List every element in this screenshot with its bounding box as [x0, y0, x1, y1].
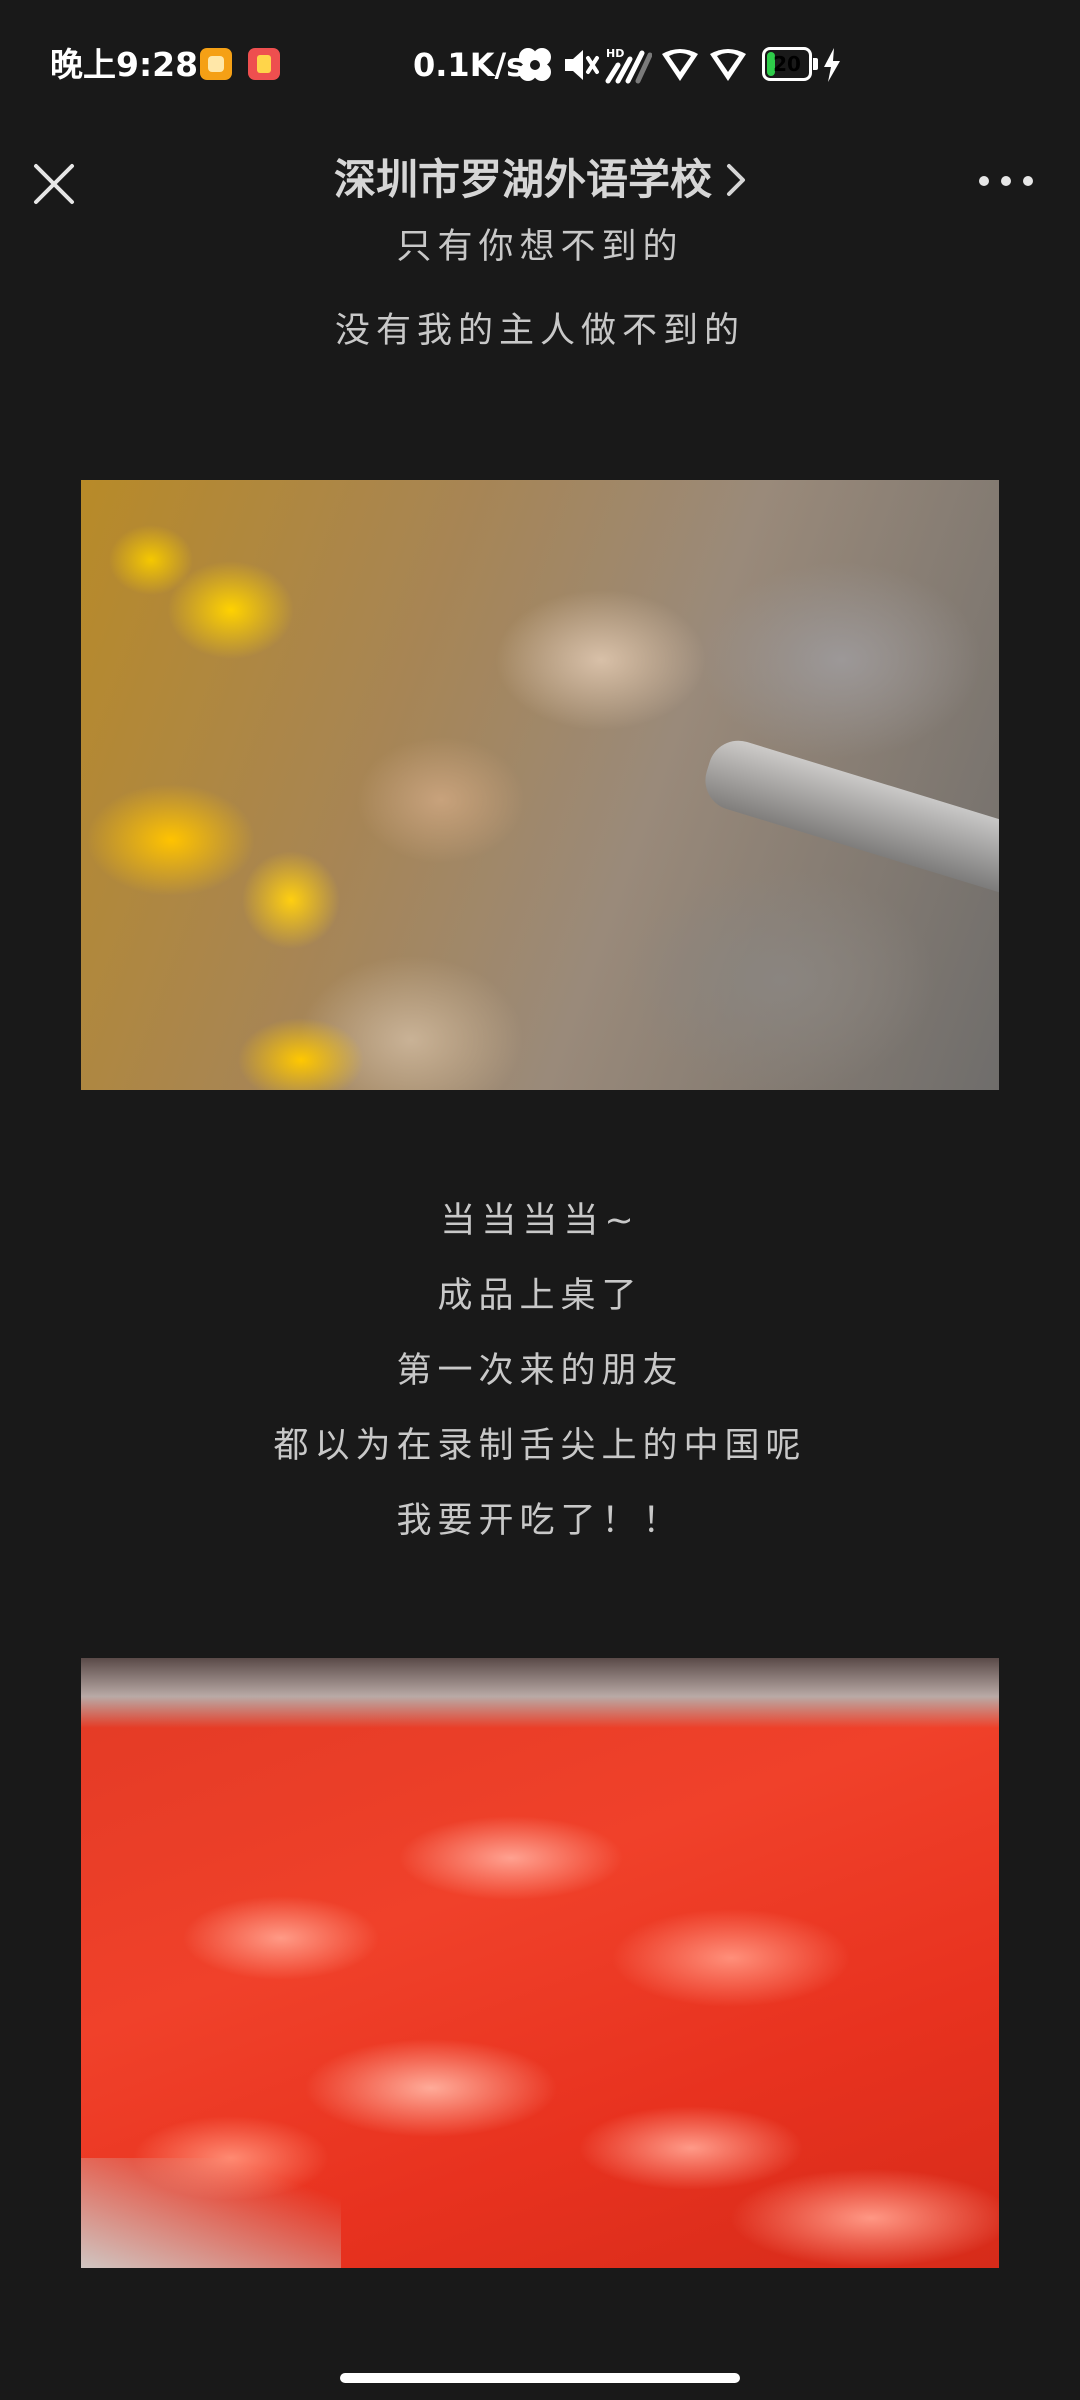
chevron-right-icon: [727, 164, 745, 196]
status-time: 晚上9:28: [50, 45, 199, 84]
hd-signal-icon: HD: [605, 47, 652, 84]
notification-app-icon: [200, 48, 232, 80]
tray-edge: [81, 1658, 999, 1728]
account-title-link[interactable]: 深圳市罗湖外语学校: [334, 130, 746, 230]
shield-icon: [662, 49, 698, 81]
notification-app-icon: [248, 48, 280, 80]
nav-title-container: 深圳市罗湖外语学校: [0, 130, 1080, 230]
status-bar: 晚上9:28 0.1K/s HD 20: [0, 0, 1080, 130]
bluetooth-icon: [519, 48, 551, 81]
article-text-line: 当当当当~: [440, 1201, 640, 1241]
more-dots-icon[interactable]: [976, 160, 1036, 202]
shield-icon: [710, 49, 746, 81]
cooking-food-image[interactable]: [81, 480, 999, 1090]
svg-text:HD: HD: [606, 47, 624, 60]
article-text-line: 都以为在录制舌尖上的中国呢: [273, 1426, 807, 1466]
spatula-shape: [697, 733, 999, 897]
battery-icon: 20: [762, 47, 812, 81]
battery-tip: [813, 58, 818, 70]
mute-icon: [565, 50, 599, 80]
article-text-line: 没有我的主人做不到的: [334, 311, 745, 351]
battery-level: 20: [773, 52, 801, 76]
charging-bolt-icon: [824, 48, 840, 82]
article-text-line: 只有你想不到的: [396, 227, 684, 267]
network-speed: 0.1K/s: [413, 46, 526, 84]
article-text-line: 我要开吃了！！: [396, 1501, 684, 1541]
home-indicator[interactable]: [340, 2373, 740, 2383]
nav-bar: 深圳市罗湖外语学校: [0, 130, 1080, 230]
page-title: 深圳市罗湖外语学校: [333, 155, 712, 204]
shrimp-tray-image[interactable]: [81, 1658, 999, 2268]
tray-edge: [81, 2158, 341, 2268]
article-text-line: 成品上桌了: [437, 1276, 643, 1316]
article-text-line: 第一次来的朋友: [396, 1351, 684, 1391]
